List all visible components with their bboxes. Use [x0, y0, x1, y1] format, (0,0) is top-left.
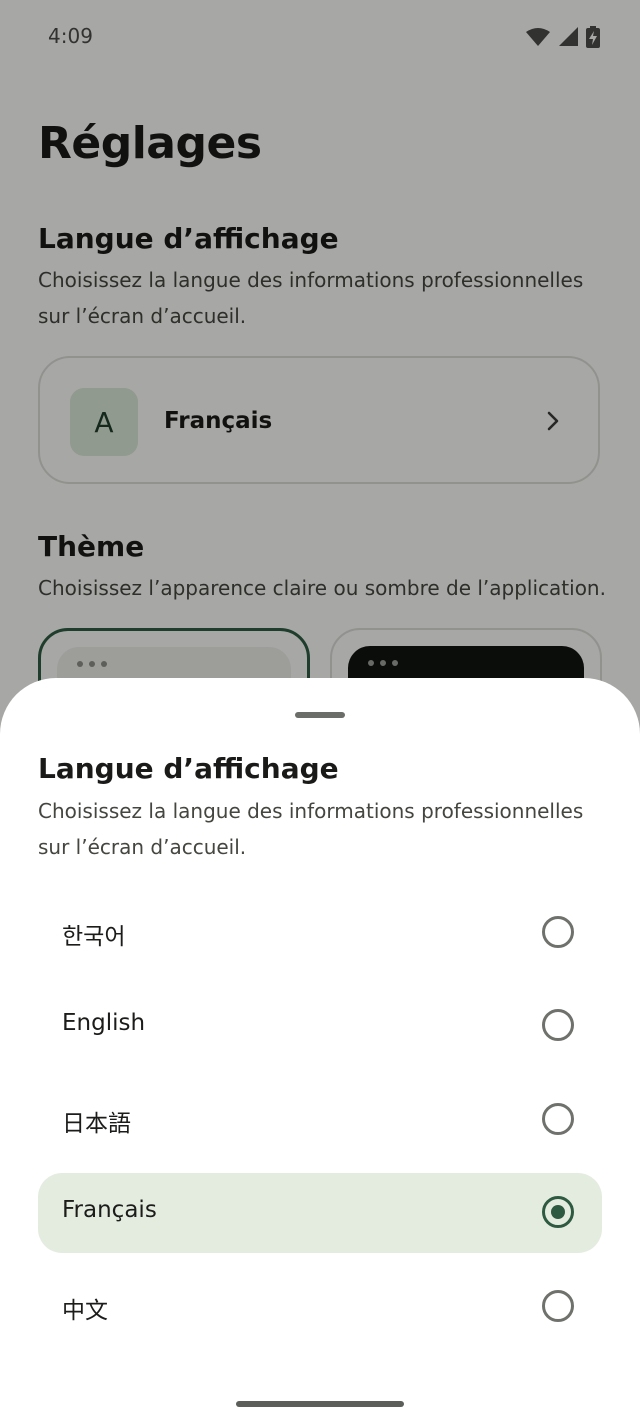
radio-button[interactable]	[542, 916, 574, 948]
language-option-chinese[interactable]: 中文	[38, 1267, 602, 1347]
language-option-japanese[interactable]: 日本語	[38, 1080, 602, 1160]
language-option-english[interactable]: English	[38, 986, 602, 1066]
option-label: English	[62, 1010, 146, 1036]
option-label: 中文	[62, 1298, 108, 1324]
radio-button[interactable]	[542, 1290, 574, 1322]
language-option-french[interactable]: Français	[38, 1173, 602, 1253]
language-option-korean[interactable]: 한국어	[38, 893, 602, 973]
radio-button[interactable]	[542, 1009, 574, 1041]
language-bottom-sheet: Langue d’affichage Choisissez la langue …	[0, 678, 640, 1422]
sheet-description: Choisissez la langue des informations pr…	[38, 799, 584, 859]
option-label: Français	[62, 1197, 157, 1223]
radio-button[interactable]	[542, 1103, 574, 1135]
drag-handle[interactable]	[295, 712, 345, 718]
radio-button-selected[interactable]	[542, 1196, 574, 1228]
option-label: 한국어	[62, 924, 126, 950]
home-indicator[interactable]	[236, 1401, 404, 1407]
radio-selected-dot	[551, 1205, 565, 1219]
sheet-title: Langue d’affichage	[38, 752, 339, 785]
option-label: 日本語	[62, 1111, 131, 1137]
